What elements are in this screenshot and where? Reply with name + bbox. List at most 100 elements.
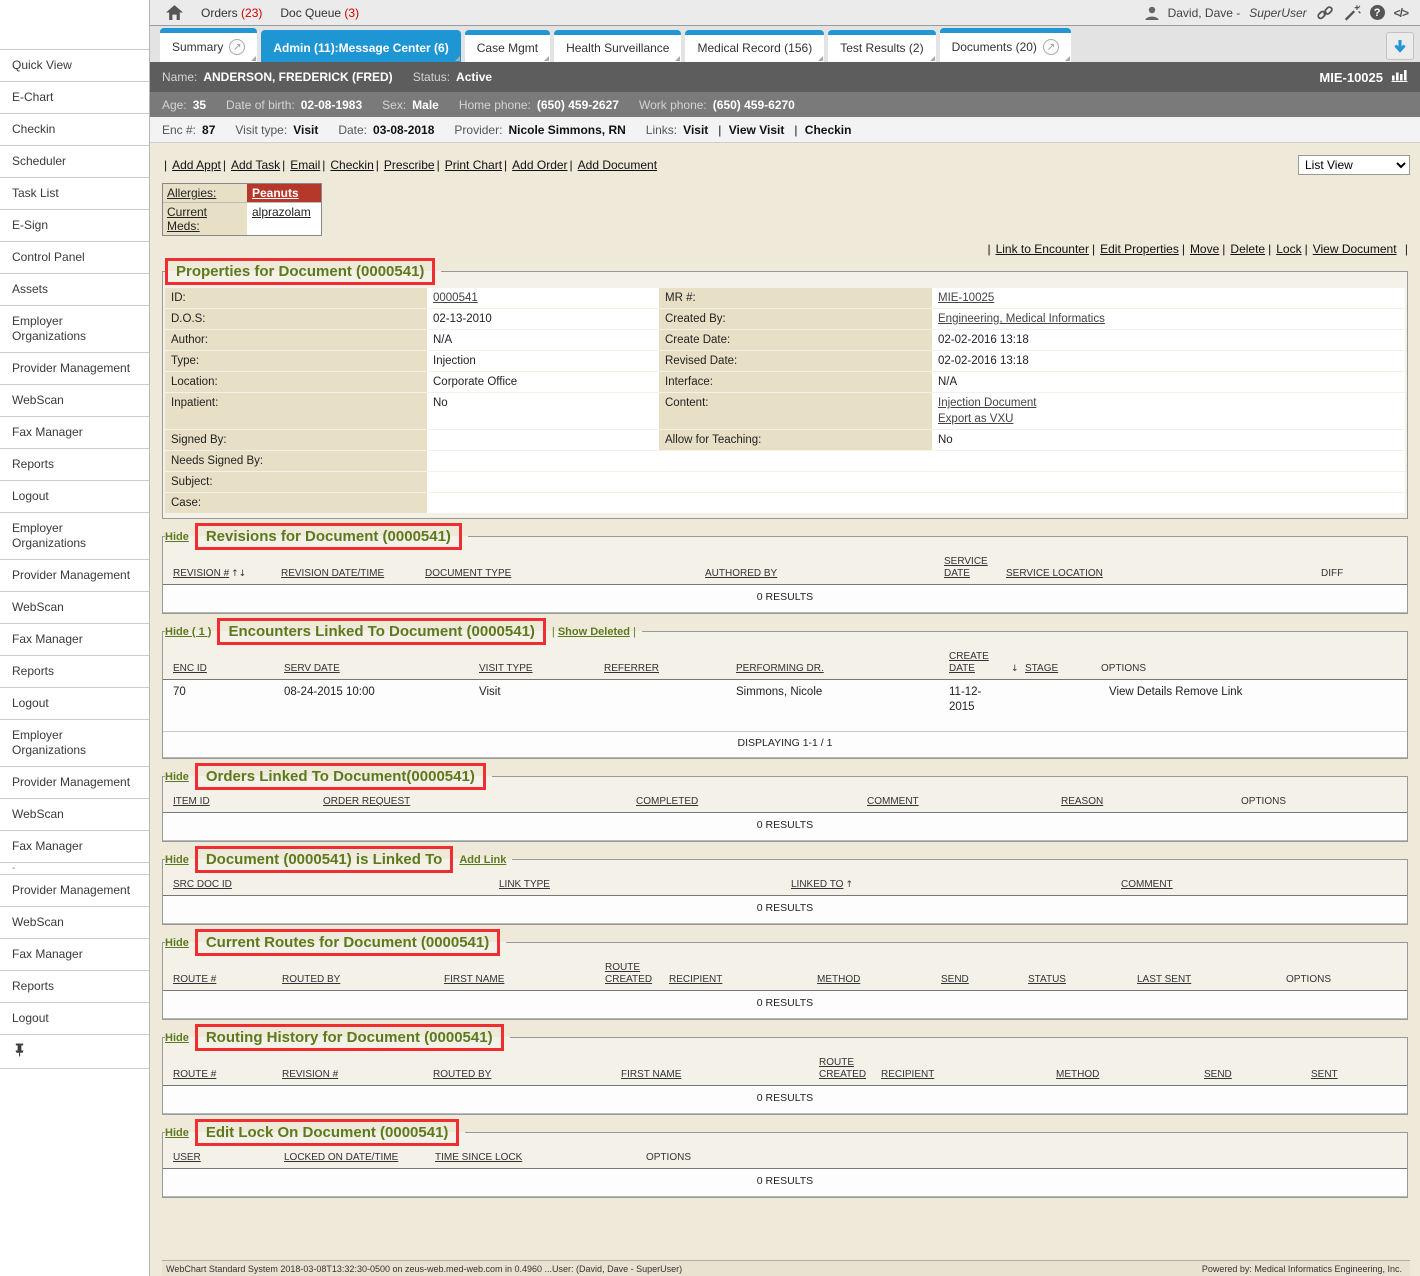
sidebar-item[interactable]: Employer Organizations	[0, 720, 149, 767]
code-icon[interactable]: </>	[1394, 6, 1408, 20]
sidebar-pin[interactable]	[0, 1035, 149, 1069]
column-header[interactable]: RECIPIENT	[881, 1069, 934, 1080]
link-chain-icon[interactable]	[1316, 4, 1334, 22]
column-header[interactable]: ROUTE CREATED	[605, 962, 652, 985]
chart-action-link[interactable]: Prescribe	[374, 158, 435, 172]
column-header[interactable]: AUTHORED BY	[705, 568, 777, 579]
column-header[interactable]: ROUTED BY	[433, 1069, 491, 1080]
doc-queue-link[interactable]: Doc Queue (3)	[280, 6, 359, 20]
document-action-link[interactable]: Link to Encounter	[984, 242, 1089, 256]
encounter-link[interactable]: Checkin	[790, 123, 851, 137]
column-header[interactable]: SRC DOC ID	[173, 879, 232, 890]
hide-link[interactable]: Hide	[165, 937, 189, 949]
column-header[interactable]: STATUS	[1028, 974, 1066, 985]
sidebar-item[interactable]: Logout	[0, 688, 149, 720]
column-header[interactable]: SERV DATE	[284, 663, 340, 674]
export-as-vxu-link[interactable]: Export as VXU	[938, 411, 1399, 427]
sidebar-item[interactable]: Reports	[0, 971, 149, 1003]
sidebar-item[interactable]: Scheduler	[0, 146, 149, 178]
show-deleted-link[interactable]: Show Deleted	[558, 626, 630, 638]
sidebar-item[interactable]: Assets	[0, 274, 149, 306]
hide-link[interactable]: Hide	[165, 1127, 189, 1139]
orders-link[interactable]: Orders (23)	[201, 6, 262, 20]
column-header[interactable]: COMMENT	[867, 796, 919, 807]
column-header[interactable]: COMMENT	[1121, 879, 1173, 890]
column-header[interactable]: SERVICE LOCATION	[1006, 568, 1103, 579]
sidebar-item[interactable]: Checkin	[0, 114, 149, 146]
column-header[interactable]: REVISION #	[282, 1069, 338, 1080]
column-header[interactable]: FIRST NAME	[444, 974, 504, 985]
column-header[interactable]: RECIPIENT	[669, 974, 722, 985]
column-header[interactable]: COMPLETED	[636, 796, 698, 807]
chart-stats-icon[interactable]	[1391, 69, 1408, 85]
column-header[interactable]: FIRST NAME	[621, 1069, 681, 1080]
tab-scroll-down-button[interactable]	[1386, 32, 1414, 60]
chart-action-link[interactable]: Checkin	[320, 158, 373, 172]
column-header[interactable]: DOCUMENT TYPE	[425, 568, 511, 579]
remove-link-link[interactable]: Remove Link	[1175, 686, 1242, 698]
user-name[interactable]: David, Dave -	[1168, 6, 1241, 20]
column-header[interactable]: PERFORMING DR.	[736, 663, 824, 674]
sidebar-item[interactable]: Logout	[0, 481, 149, 513]
sidebar-item[interactable]: Reports	[0, 449, 149, 481]
encounter-link[interactable]: View Visit	[714, 123, 784, 137]
sidebar-item[interactable]: E-Sign	[0, 210, 149, 242]
column-header[interactable]: LINKED TO	[791, 879, 843, 890]
current-meds-label[interactable]: Current Meds:	[163, 203, 247, 235]
injection-document-link[interactable]: Injection Document	[938, 395, 1399, 411]
column-header[interactable]: CREATE DATE	[949, 651, 989, 674]
column-header[interactable]: REFERRER	[604, 663, 659, 674]
column-header[interactable]: REVISION DATE/TIME	[281, 568, 384, 579]
hide-link[interactable]: Hide	[165, 771, 189, 783]
sort-both-icon[interactable]: ↑↓	[231, 569, 246, 579]
allergies-label[interactable]: Allergies:	[163, 184, 247, 202]
column-header[interactable]: SERVICE DATE	[944, 556, 988, 579]
chart-action-link[interactable]: Add Task	[221, 158, 280, 172]
column-header[interactable]: ROUTED BY	[282, 974, 340, 985]
sidebar-item[interactable]: WebScan	[0, 385, 149, 417]
add-link-link[interactable]: Add Link	[459, 854, 506, 866]
column-header[interactable]: METHOD	[1056, 1069, 1099, 1080]
view-details-link[interactable]: View Details	[1109, 686, 1172, 698]
document-action-link[interactable]: Lock	[1265, 242, 1301, 256]
view-select[interactable]: List View	[1298, 155, 1410, 175]
tab-medical-record[interactable]: Medical Record (156)	[685, 30, 824, 62]
column-header[interactable]: SENT	[1311, 1069, 1338, 1080]
document-action-link[interactable]: Move	[1179, 242, 1219, 256]
tab-admin-message-center[interactable]: Admin (11):Message Center (6)	[261, 30, 460, 62]
tab-documents[interactable]: Documents (20) ↗	[940, 28, 1071, 62]
help-icon[interactable]: ?	[1370, 5, 1385, 20]
sidebar-item[interactable]: Reports	[0, 656, 149, 688]
sidebar-item-clipped[interactable]: -	[0, 863, 149, 875]
sidebar-item[interactable]: WebScan	[0, 799, 149, 831]
column-header[interactable]: ITEM ID	[173, 796, 210, 807]
document-action-link[interactable]: Edit Properties	[1089, 242, 1179, 256]
popout-icon[interactable]: ↗	[229, 39, 245, 55]
sidebar-item[interactable]: Employer Organizations	[0, 306, 149, 353]
sidebar-item[interactable]: Fax Manager	[0, 417, 149, 449]
tab-summary[interactable]: Summary ↗	[160, 28, 257, 62]
tab-case-mgmt[interactable]: Case Mgmt	[465, 30, 550, 62]
column-header[interactable]: ENC ID	[173, 663, 207, 674]
column-header[interactable]: LOCKED ON DATE/TIME	[284, 1152, 398, 1163]
hide-link[interactable]: Hide	[165, 531, 189, 543]
sort-down-icon[interactable]: ↓	[1011, 664, 1019, 674]
column-header[interactable]: STAGE	[1025, 663, 1058, 674]
sidebar-item[interactable]: Provider Management	[0, 353, 149, 385]
column-header[interactable]: LAST SENT	[1137, 974, 1191, 985]
sidebar-item[interactable]: Fax Manager	[0, 831, 149, 863]
sidebar-item[interactable]: WebScan	[0, 907, 149, 939]
encounter-link[interactable]: Visit	[683, 123, 708, 137]
hide-link[interactable]: Hide	[165, 1032, 189, 1044]
sidebar-item[interactable]: Provider Management	[0, 767, 149, 799]
created-by-link[interactable]: Engineering, Medical Informatics	[938, 313, 1105, 325]
chart-action-link[interactable]: Print Chart	[435, 158, 502, 172]
column-header[interactable]: REASON	[1061, 796, 1103, 807]
document-id-link[interactable]: 0000541	[433, 292, 478, 304]
column-header[interactable]: ORDER REQUEST	[323, 796, 410, 807]
hide-link[interactable]: Hide ( 1 )	[165, 626, 211, 638]
home-icon[interactable]	[166, 5, 183, 20]
current-med-value[interactable]: alprazolam	[247, 203, 321, 235]
document-action-link[interactable]: Delete	[1219, 242, 1265, 256]
chart-action-link[interactable]: Add Order	[502, 158, 567, 172]
